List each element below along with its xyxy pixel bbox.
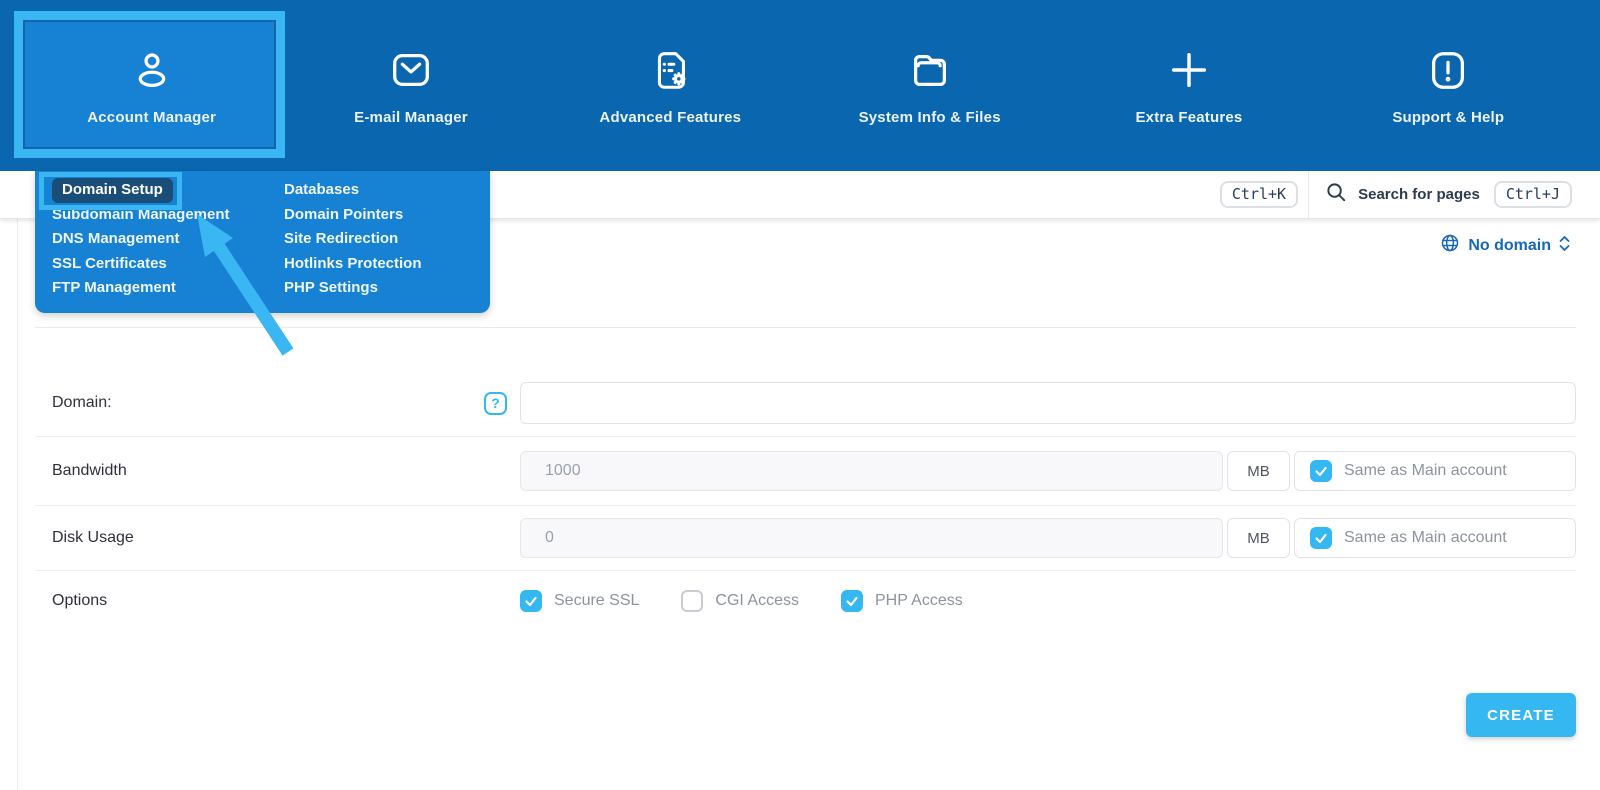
checkbox-icon[interactable]: [681, 590, 704, 612]
page-search[interactable]: Search for pages Ctrl+J: [1325, 181, 1572, 209]
document-gear-icon: [647, 46, 693, 94]
option-secure-ssl[interactable]: Secure SSL: [520, 590, 639, 612]
bandwidth-label: Bandwidth: [52, 462, 127, 479]
domain-selector[interactable]: No domain: [1440, 233, 1570, 258]
disk-usage-input[interactable]: [520, 518, 1223, 558]
form-row-options: Options Secure SSL CGI Access PHP Access: [35, 570, 1576, 631]
options-label: Options: [52, 592, 108, 609]
form-row-bandwidth: Bandwidth MB Same as Main account: [35, 436, 1576, 505]
bandwidth-same-as-main[interactable]: Same as Main account: [1294, 451, 1576, 491]
checkbox-checked-icon[interactable]: [1310, 460, 1332, 482]
menu-item-site-redirection[interactable]: Site Redirection: [284, 227, 490, 252]
plus-icon: [1166, 46, 1212, 94]
option-cgi-access[interactable]: CGI Access: [681, 590, 799, 612]
shortcut-badge-ctrl-k: Ctrl+K: [1219, 181, 1299, 208]
nav-label: System Info & Files: [858, 108, 1001, 126]
account-manager-menu: Domain Setup Subdomain Management DNS Ma…: [35, 171, 490, 313]
disk-usage-same-as-main[interactable]: Same as Main account: [1294, 518, 1576, 558]
menu-item-php-settings[interactable]: PHP Settings: [284, 276, 490, 301]
envelope-icon: [388, 46, 434, 94]
person-icon: [129, 46, 175, 94]
menu-item-domain-setup[interactable]: Domain Setup: [52, 178, 173, 203]
search-icon: [1325, 181, 1348, 209]
nav-item-account-manager[interactable]: Account Manager: [14, 0, 286, 171]
nav-label: Advanced Features: [599, 108, 742, 126]
checkbox-checked-icon[interactable]: [1310, 527, 1332, 549]
option-label: PHP Access: [874, 592, 963, 609]
domain-selector-label: No domain: [1468, 236, 1551, 254]
nav-item-advanced-features[interactable]: Advanced Features: [541, 0, 800, 171]
nav-item-email-manager[interactable]: E-mail Manager: [281, 0, 540, 171]
domain-input[interactable]: [520, 382, 1576, 424]
nav-label: Support & Help: [1392, 108, 1505, 126]
nav-label: Account Manager: [87, 108, 217, 126]
option-php-access[interactable]: PHP Access: [840, 590, 963, 612]
menu-item-ssl-certificates[interactable]: SSL Certificates: [52, 252, 284, 277]
folder-icon: [907, 46, 953, 94]
same-as-main-label: Same as Main account: [1344, 529, 1507, 546]
menu-item-hotlinks-protection[interactable]: Hotlinks Protection: [284, 252, 490, 277]
option-label: Secure SSL: [554, 592, 640, 609]
option-label: CGI Access: [715, 592, 799, 609]
nav-item-extra-features[interactable]: Extra Features: [1059, 0, 1318, 171]
annotation-highlight-domain-setup: Domain Setup: [39, 172, 182, 210]
bandwidth-unit: MB: [1227, 451, 1290, 491]
help-icon[interactable]: ?: [484, 391, 507, 415]
disk-usage-unit: MB: [1227, 518, 1290, 558]
nav-label: E-mail Manager: [354, 108, 468, 126]
checkbox-icon[interactable]: [520, 590, 542, 612]
nav-label: Extra Features: [1135, 108, 1243, 126]
globe-icon: [1440, 233, 1460, 258]
menu-column-right: Databases Domain Pointers Site Redirecti…: [284, 178, 490, 313]
menu-item-subdomain-management[interactable]: Subdomain Management: [52, 203, 284, 228]
domain-label: Domain:: [52, 394, 112, 411]
alert-icon: [1425, 46, 1471, 94]
menu-item-domain-pointers[interactable]: Domain Pointers: [284, 203, 490, 228]
menu-item-dns-management[interactable]: DNS Management: [52, 227, 284, 252]
menu-item-ftp-management[interactable]: FTP Management: [52, 276, 284, 301]
menu-item-databases[interactable]: Databases: [284, 178, 490, 203]
shortcut-badge-ctrl-j: Ctrl+J: [1493, 181, 1572, 208]
chevron-up-down-icon: [1559, 235, 1570, 257]
bandwidth-input[interactable]: [520, 451, 1223, 491]
form-row-disk-usage: Disk Usage MB Same as Main account: [35, 505, 1576, 570]
search-label: Search for pages: [1358, 186, 1480, 203]
nav-item-support-help[interactable]: Support & Help: [1319, 0, 1578, 171]
checkbox-icon[interactable]: [840, 590, 863, 612]
same-as-main-label: Same as Main account: [1344, 462, 1507, 479]
domain-setup-form: Domain: ? Bandwidth MB Same as Main acco…: [35, 327, 1576, 631]
form-row-domain: Domain: ?: [35, 328, 1576, 436]
header-divider: [1308, 170, 1310, 219]
left-gutter-line: [17, 219, 18, 790]
create-button[interactable]: CREATE: [1466, 693, 1576, 737]
top-nav: Account Manager E-mail Manager Advanced …: [0, 0, 1600, 171]
nav-item-system-info-files[interactable]: System Info & Files: [800, 0, 1059, 171]
menu-column-left: Domain Setup Subdomain Management DNS Ma…: [39, 172, 284, 313]
disk-usage-label: Disk Usage: [52, 529, 134, 546]
